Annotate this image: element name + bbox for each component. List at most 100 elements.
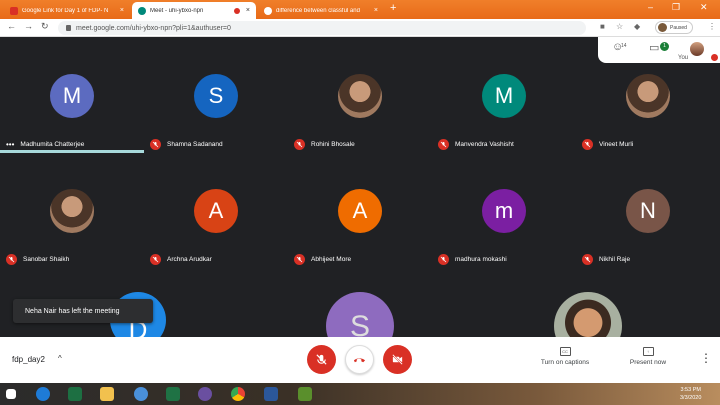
recording-icon	[233, 7, 240, 14]
notification-toast: Neha Nair has left the meeting	[13, 299, 153, 323]
new-tab-button[interactable]: +	[390, 2, 396, 14]
name-row: Sanobar Shaikh	[6, 253, 69, 265]
participant-tile[interactable]: m madhura mokashi	[432, 153, 576, 265]
chevron-up-icon[interactable]: ^	[58, 354, 62, 363]
participant-tile[interactable]: S Shamna Sadanand	[144, 38, 288, 150]
speaking-indicator	[0, 150, 144, 153]
participant-tile[interactable]: Sanobar Shaikh	[0, 153, 144, 265]
mic-off-icon	[6, 253, 17, 265]
captions-button[interactable]: CC Turn on captions	[532, 347, 598, 366]
browser-tab-2[interactable]: Meet - uhi-ybxo-npn ×	[132, 2, 256, 19]
speaking-dots-icon: •••	[6, 139, 15, 149]
url-text: meet.google.com/uhi-ybxo-npn?pli=1&authu…	[76, 24, 231, 32]
avatar: M	[50, 74, 94, 118]
participant-photo	[50, 189, 94, 233]
mic-off-icon	[150, 138, 161, 150]
participant-name: madhura mokashi	[455, 255, 507, 263]
camera-toggle-button[interactable]	[383, 345, 412, 374]
file-explorer-icon[interactable]	[100, 387, 114, 401]
browser-tab-3[interactable]: difference between classful and ×	[258, 2, 384, 19]
participant-tile[interactable]: M Manvendra Vashisht	[432, 38, 576, 150]
maximize-icon[interactable]: ❐	[672, 2, 680, 13]
store-icon[interactable]	[68, 387, 82, 401]
minimize-icon[interactable]: –	[648, 2, 653, 12]
participant-name: Manvendra Vashisht	[455, 140, 514, 148]
name-row: madhura mokashi	[438, 253, 507, 265]
participant-photo	[338, 74, 382, 118]
chrome-icon[interactable]	[231, 387, 245, 401]
meet-icon	[138, 6, 146, 15]
gmail-icon	[10, 6, 18, 15]
avatar-initial: M	[62, 83, 82, 108]
avatar	[658, 23, 667, 32]
extension-icon[interactable]: ◆	[634, 22, 640, 31]
mic-off-icon	[438, 253, 449, 265]
windows-start-icon[interactable]	[6, 389, 16, 399]
app-icon[interactable]	[198, 387, 212, 401]
avatar-initial: m	[494, 198, 514, 223]
mic-toggle-button[interactable]	[307, 345, 336, 374]
back-arrow-icon[interactable]: ←	[7, 21, 16, 31]
participant-tile[interactable]: A Archna Arudkar	[144, 153, 288, 265]
participant-tile[interactable]: A Abhijeet More	[288, 153, 432, 265]
forward-arrow-icon[interactable]: →	[24, 21, 33, 31]
leave-call-button[interactable]	[345, 345, 374, 374]
close-icon[interactable]: ×	[246, 7, 250, 14]
name-row: Vineet Murli	[582, 138, 633, 150]
avatar-initial: A	[352, 198, 368, 223]
mic-off-icon	[150, 253, 161, 265]
mic-off-icon	[582, 253, 593, 265]
chrome-alt-icon[interactable]	[134, 387, 148, 401]
avatar: M	[482, 74, 526, 118]
participant-name: Madhumita Chatterjee	[20, 140, 85, 148]
captions-label: Turn on captions	[540, 359, 590, 366]
excel-icon[interactable]	[166, 387, 180, 401]
menu-icon[interactable]: ⋮	[708, 22, 716, 31]
mic-off-icon	[582, 138, 593, 150]
avatar-initial: S	[208, 83, 224, 108]
address-bar[interactable]: meet.google.com/uhi-ybxo-npn?pli=1&authu…	[58, 21, 586, 35]
close-icon[interactable]: ×	[374, 7, 378, 14]
name-row: Abhijeet More	[294, 253, 351, 265]
reload-icon[interactable]: ↻	[41, 21, 49, 32]
more-options-icon[interactable]: ⋮	[700, 351, 712, 365]
meeting-name[interactable]: fdp_day2	[12, 355, 45, 364]
profile-status: Paused	[670, 24, 687, 31]
avatar: m	[482, 189, 526, 233]
name-row: Shamna Sadanand	[150, 138, 223, 150]
google-icon	[264, 6, 272, 15]
name-row: ••• Madhumita Chatterjee	[6, 138, 84, 150]
meeting-control-bar: fdp_day2 ^ CC Turn on captions ↑ Present…	[0, 337, 720, 383]
participant-name: Archna Arudkar	[167, 255, 212, 263]
camera-indicator-icon[interactable]: ■	[600, 22, 605, 31]
bookmark-star-icon[interactable]: ☆	[616, 22, 623, 31]
browser-tab-1[interactable]: Google Link for Day 1 of FDP- N ×	[4, 2, 130, 19]
participant-tile[interactable]: Rohini Bhosale	[288, 38, 432, 150]
close-icon[interactable]: ×	[120, 7, 124, 14]
avatar-initial: N	[640, 198, 656, 223]
clock-date: 3/3/2020	[680, 395, 702, 401]
present-button[interactable]: ↑ Present now	[620, 347, 676, 366]
participant-name: Vineet Murli	[599, 140, 634, 148]
mic-off-icon	[438, 138, 449, 150]
edge-icon[interactable]	[36, 387, 50, 401]
mic-off-icon	[294, 138, 305, 150]
toast-text: Neha Nair has left the meeting	[25, 307, 120, 315]
app-icon[interactable]	[298, 387, 312, 401]
participant-tile[interactable]: Vineet Murli	[576, 38, 720, 150]
lock-icon	[66, 25, 71, 31]
captions-icon: CC	[559, 347, 571, 356]
participant-tile[interactable]: N Nikhil Raje	[576, 153, 720, 265]
participant-photo	[626, 74, 670, 118]
avatar: N	[626, 189, 670, 233]
clock-time: 3:53 PM	[680, 387, 701, 393]
close-window-icon[interactable]: ✕	[700, 2, 708, 13]
participant-name: Shamna Sadanand	[167, 140, 223, 148]
participant-tile[interactable]: M ••• Madhumita Chatterjee	[0, 38, 144, 150]
name-row: Archna Arudkar	[150, 253, 212, 265]
word-icon[interactable]	[264, 387, 278, 401]
mic-off-icon	[294, 253, 305, 265]
profile-button[interactable]: Paused	[655, 21, 693, 34]
name-row: Manvendra Vashisht	[438, 138, 514, 150]
tab-title: Meet - uhi-ybxo-npn	[150, 7, 204, 14]
